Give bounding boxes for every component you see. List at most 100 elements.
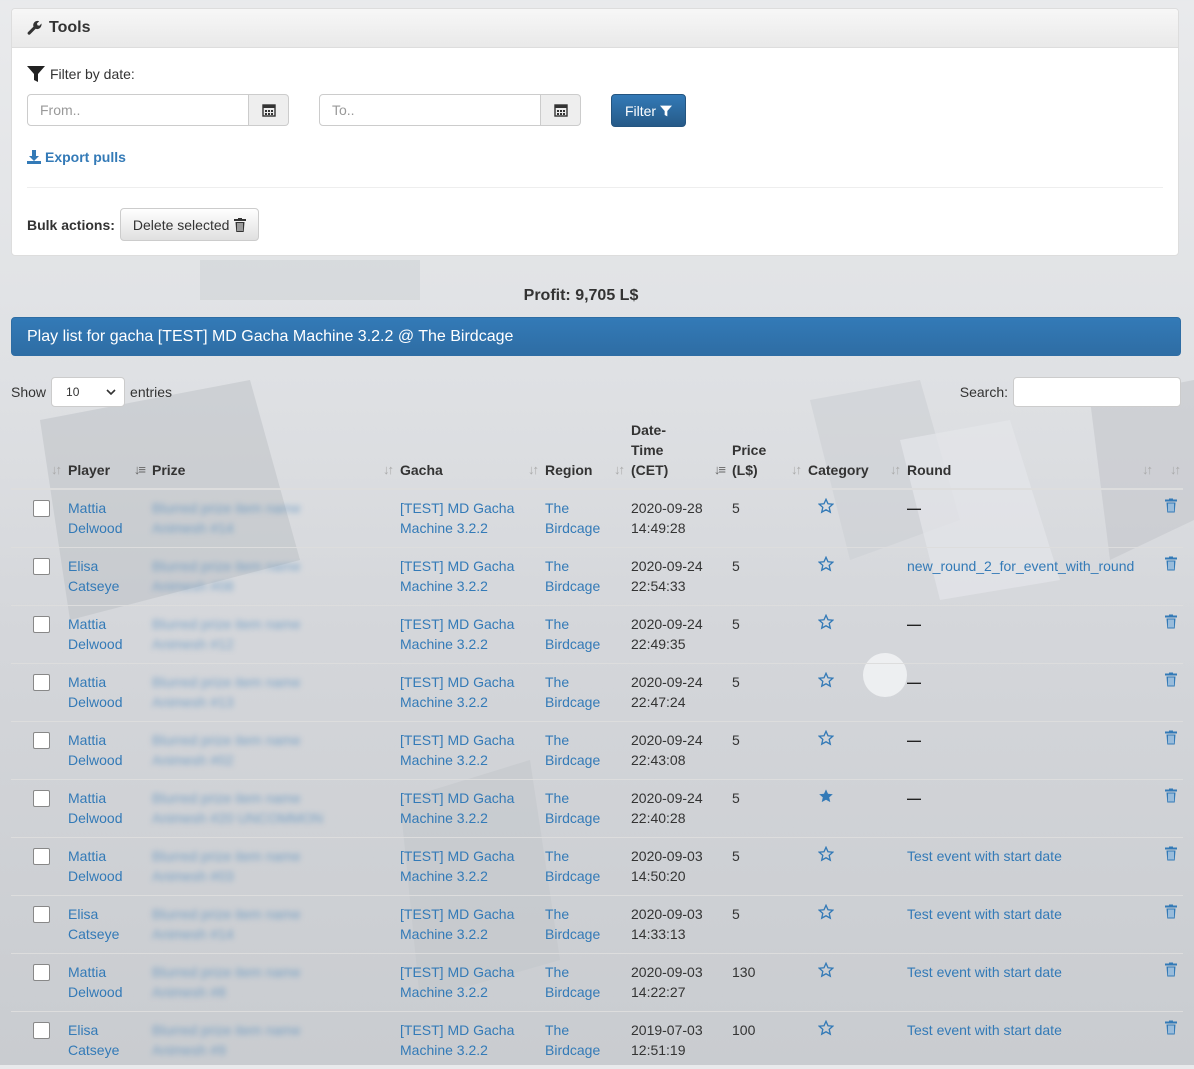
delete-row-button[interactable] bbox=[1165, 498, 1177, 518]
round-cell[interactable]: Test event with start date bbox=[903, 1012, 1155, 1069]
column-gacha[interactable]: Gacha↓↑ bbox=[396, 420, 541, 489]
gacha-link[interactable]: [TEST] MD GachaMachine 3.2.2 bbox=[400, 1022, 514, 1058]
gacha-cell[interactable]: [TEST] MD GachaMachine 3.2.2 bbox=[396, 1012, 541, 1069]
row-checkbox[interactable] bbox=[33, 732, 50, 749]
gacha-cell[interactable]: [TEST] MD GachaMachine 3.2.2 bbox=[396, 606, 541, 664]
region-cell[interactable]: TheBirdcage bbox=[541, 606, 627, 664]
region-cell[interactable]: TheBirdcage bbox=[541, 896, 627, 954]
prize-link[interactable]: Blurred prize item nameAnimesh #03 bbox=[152, 848, 301, 884]
column-round[interactable]: Round↓↑ bbox=[903, 420, 1155, 489]
player-link[interactable]: MattiaDelwood bbox=[68, 964, 122, 1000]
delete-row-button[interactable] bbox=[1165, 614, 1177, 634]
region-link[interactable]: TheBirdcage bbox=[545, 674, 600, 710]
player-link[interactable]: MattiaDelwood bbox=[68, 500, 122, 536]
prize-link[interactable]: Blurred prize item nameAnimesh #8 bbox=[152, 964, 301, 1000]
column-datetime[interactable]: Date-Time(CET)↓≡ bbox=[627, 420, 728, 489]
gacha-cell[interactable]: [TEST] MD GachaMachine 3.2.2 bbox=[396, 722, 541, 780]
gacha-link[interactable]: [TEST] MD GachaMachine 3.2.2 bbox=[400, 848, 514, 884]
round-link[interactable]: Test event with start date bbox=[907, 964, 1062, 980]
prize-cell[interactable]: Blurred prize item nameAnimesh #20 UNCOM… bbox=[148, 780, 396, 838]
player-link[interactable]: MattiaDelwood bbox=[68, 790, 122, 826]
prize-cell[interactable]: Blurred prize item nameAnimesh #14 bbox=[148, 489, 396, 548]
row-checkbox[interactable] bbox=[33, 848, 50, 865]
favorite-toggle[interactable] bbox=[818, 904, 834, 925]
region-link[interactable]: TheBirdcage bbox=[545, 906, 600, 942]
row-checkbox[interactable] bbox=[33, 616, 50, 633]
delete-selected-button[interactable]: Delete selected bbox=[120, 208, 260, 241]
prize-link[interactable]: Blurred prize item nameAnimesh #13 bbox=[152, 674, 301, 710]
region-link[interactable]: TheBirdcage bbox=[545, 732, 600, 768]
gacha-link[interactable]: [TEST] MD GachaMachine 3.2.2 bbox=[400, 732, 514, 768]
to-calendar-button[interactable] bbox=[541, 94, 581, 126]
export-pulls-link[interactable]: Export pulls bbox=[27, 149, 126, 165]
player-link[interactable]: ElisaCatseye bbox=[68, 1022, 119, 1058]
round-cell[interactable]: Test event with start date bbox=[903, 896, 1155, 954]
favorite-toggle[interactable] bbox=[818, 846, 834, 867]
region-cell[interactable]: TheBirdcage bbox=[541, 489, 627, 548]
row-checkbox[interactable] bbox=[33, 906, 50, 923]
player-cell[interactable]: ElisaCatseye bbox=[64, 1012, 148, 1069]
region-cell[interactable]: TheBirdcage bbox=[541, 780, 627, 838]
from-calendar-button[interactable] bbox=[249, 94, 289, 126]
delete-row-button[interactable] bbox=[1165, 846, 1177, 866]
from-date-input[interactable] bbox=[27, 94, 249, 126]
region-cell[interactable]: TheBirdcage bbox=[541, 722, 627, 780]
player-link[interactable]: ElisaCatseye bbox=[68, 906, 119, 942]
player-cell[interactable]: MattiaDelwood bbox=[64, 664, 148, 722]
player-cell[interactable]: MattiaDelwood bbox=[64, 489, 148, 548]
prize-link[interactable]: Blurred prize item nameAnimesh #9 bbox=[152, 1022, 301, 1058]
search-input[interactable] bbox=[1013, 377, 1181, 407]
region-link[interactable]: TheBirdcage bbox=[545, 558, 600, 594]
gacha-cell[interactable]: [TEST] MD GachaMachine 3.2.2 bbox=[396, 664, 541, 722]
delete-row-button[interactable] bbox=[1165, 556, 1177, 576]
round-cell[interactable]: new_round_2_for_event_with_round bbox=[903, 548, 1155, 606]
favorite-toggle[interactable] bbox=[818, 962, 834, 983]
round-cell[interactable]: Test event with start date bbox=[903, 838, 1155, 896]
player-cell[interactable]: MattiaDelwood bbox=[64, 606, 148, 664]
favorite-toggle[interactable] bbox=[818, 498, 834, 519]
round-link[interactable]: new_round_2_for_event_with_round bbox=[907, 558, 1134, 574]
delete-row-button[interactable] bbox=[1165, 788, 1177, 808]
delete-row-button[interactable] bbox=[1165, 904, 1177, 924]
row-checkbox[interactable] bbox=[33, 1022, 50, 1039]
favorite-toggle[interactable] bbox=[818, 788, 834, 809]
region-link[interactable]: TheBirdcage bbox=[545, 790, 600, 826]
player-link[interactable]: MattiaDelwood bbox=[68, 732, 122, 768]
prize-cell[interactable]: Blurred prize item nameAnimesh #13 bbox=[148, 664, 396, 722]
region-link[interactable]: TheBirdcage bbox=[545, 964, 600, 1000]
gacha-cell[interactable]: [TEST] MD GachaMachine 3.2.2 bbox=[396, 838, 541, 896]
gacha-link[interactable]: [TEST] MD GachaMachine 3.2.2 bbox=[400, 964, 514, 1000]
gacha-link[interactable]: [TEST] MD GachaMachine 3.2.2 bbox=[400, 674, 514, 710]
row-checkbox[interactable] bbox=[33, 790, 50, 807]
favorite-toggle[interactable] bbox=[818, 614, 834, 635]
player-cell[interactable]: ElisaCatseye bbox=[64, 548, 148, 606]
player-cell[interactable]: ElisaCatseye bbox=[64, 896, 148, 954]
region-link[interactable]: TheBirdcage bbox=[545, 848, 600, 884]
favorite-toggle[interactable] bbox=[818, 730, 834, 751]
prize-cell[interactable]: Blurred prize item nameAnimesh #12 bbox=[148, 606, 396, 664]
gacha-link[interactable]: [TEST] MD GachaMachine 3.2.2 bbox=[400, 790, 514, 826]
region-cell[interactable]: TheBirdcage bbox=[541, 548, 627, 606]
player-cell[interactable]: MattiaDelwood bbox=[64, 954, 148, 1012]
prize-link[interactable]: Blurred prize item nameAnimesh #02 bbox=[152, 732, 301, 768]
gacha-link[interactable]: [TEST] MD GachaMachine 3.2.2 bbox=[400, 616, 514, 652]
column-select[interactable]: ↓↑ bbox=[11, 420, 64, 489]
prize-link[interactable]: Blurred prize item nameAnimesh #20 UNCOM… bbox=[152, 790, 323, 826]
column-player[interactable]: Player↓≡ bbox=[64, 420, 148, 489]
prize-cell[interactable]: Blurred prize item nameAnimesh #08 bbox=[148, 548, 396, 606]
prize-cell[interactable]: Blurred prize item nameAnimesh #9 bbox=[148, 1012, 396, 1069]
column-region[interactable]: Region↓↑ bbox=[541, 420, 627, 489]
round-link[interactable]: Test event with start date bbox=[907, 1022, 1062, 1038]
favorite-toggle[interactable] bbox=[818, 672, 834, 693]
region-link[interactable]: TheBirdcage bbox=[545, 616, 600, 652]
player-cell[interactable]: MattiaDelwood bbox=[64, 780, 148, 838]
gacha-link[interactable]: [TEST] MD GachaMachine 3.2.2 bbox=[400, 906, 514, 942]
region-cell[interactable]: TheBirdcage bbox=[541, 664, 627, 722]
favorite-toggle[interactable] bbox=[818, 1020, 834, 1041]
column-price[interactable]: Price(L$)↓↑ bbox=[728, 420, 804, 489]
delete-row-button[interactable] bbox=[1165, 1020, 1177, 1040]
row-checkbox[interactable] bbox=[33, 500, 50, 517]
region-cell[interactable]: TheBirdcage bbox=[541, 838, 627, 896]
prize-link[interactable]: Blurred prize item nameAnimesh #14 bbox=[152, 906, 301, 942]
player-link[interactable]: MattiaDelwood bbox=[68, 848, 122, 884]
